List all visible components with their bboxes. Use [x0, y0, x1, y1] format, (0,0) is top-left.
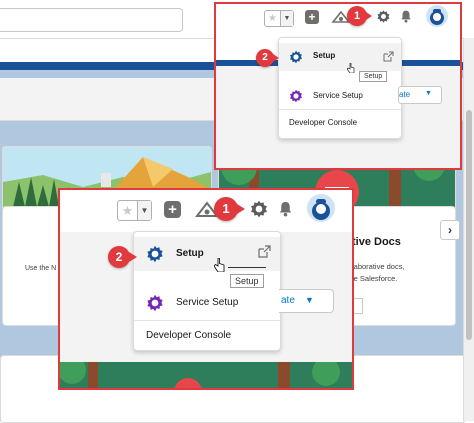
carousel-next-button[interactable]: › — [440, 220, 460, 240]
card-text-line-2: le Salesforce. — [352, 274, 398, 283]
callout-small-frame — [214, 2, 462, 170]
card-text-line-1: laborative docs, — [352, 262, 405, 271]
card-description-text: Use the N — [25, 265, 57, 272]
card-heading-fragment: tive Docs — [352, 236, 401, 248]
scrollbar-thumb[interactable] — [466, 110, 472, 340]
global-search-input[interactable] — [0, 8, 183, 32]
callout-large-frame — [58, 188, 354, 390]
